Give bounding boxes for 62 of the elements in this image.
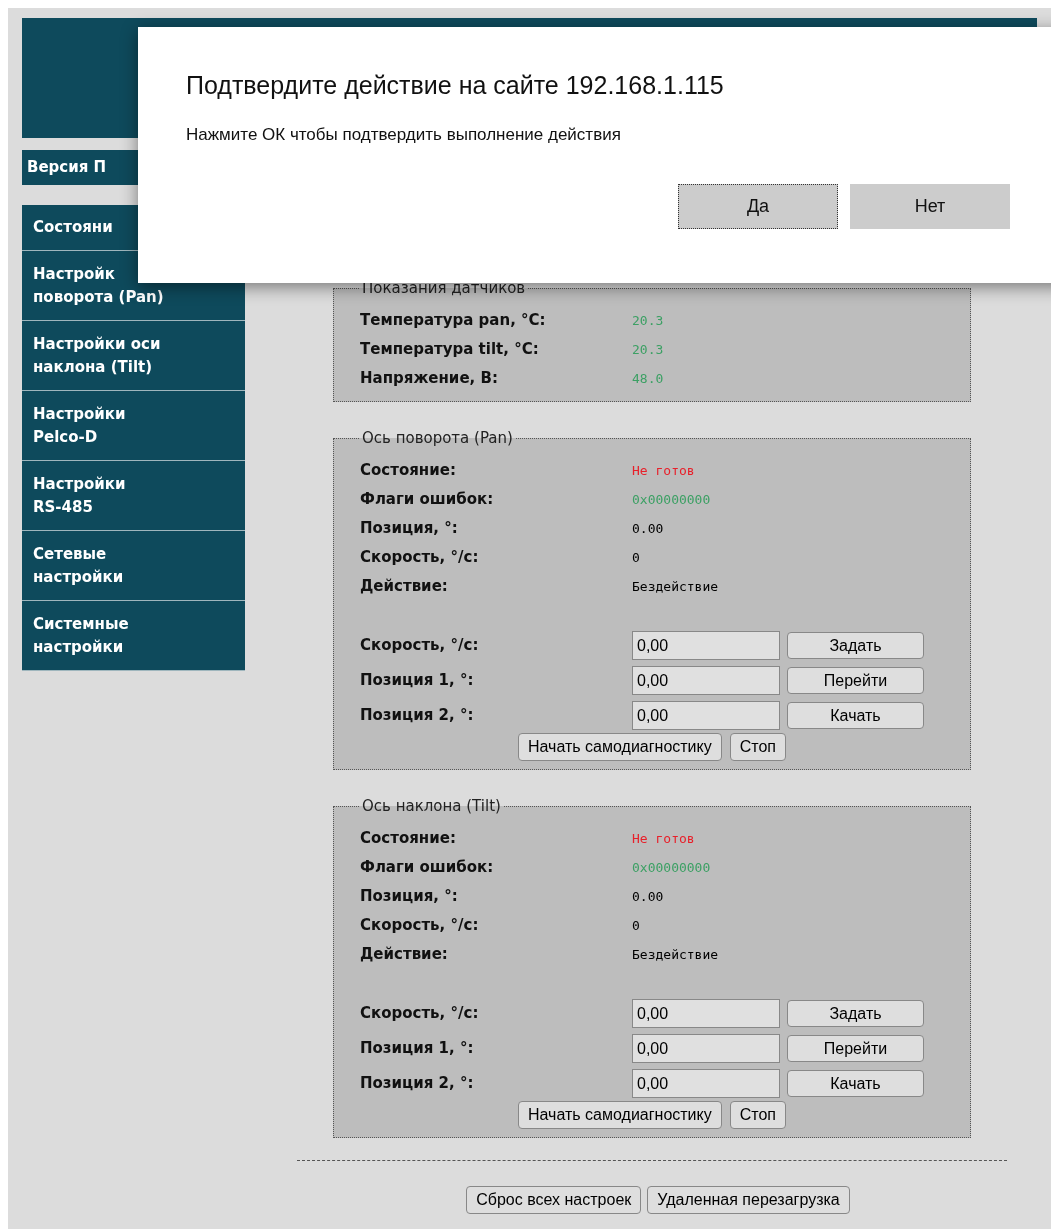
number-input[interactable]: 0,00: [632, 1034, 780, 1063]
field-value: Не готов: [632, 829, 695, 848]
field-label: Позиция, °:: [360, 886, 459, 908]
field-label: Позиция 1, °:: [360, 670, 475, 692]
field-value: 0: [632, 548, 640, 567]
number-input[interactable]: 0,00: [632, 631, 780, 660]
dialog-button[interactable]: Да: [678, 183, 838, 229]
action-button[interactable]: Качать: [787, 702, 924, 729]
action-button[interactable]: Задать: [787, 632, 924, 659]
field-label: Позиция 2, °:: [360, 1073, 475, 1095]
field-label: Температура tilt, °C:: [360, 339, 540, 361]
field-value: 0x00000000: [632, 858, 711, 877]
field-label: Флаги ошибок:: [360, 857, 495, 879]
field-value: Бездействие: [632, 945, 719, 964]
fieldset-legend: Ось наклона (Tilt): [360, 796, 503, 816]
action-button[interactable]: Перейти: [787, 1035, 924, 1062]
field-value: 20.3: [632, 340, 664, 359]
dialog-title: Подтвердите действие на сайте 192.168.1.115: [186, 70, 725, 101]
action-button[interactable]: Стоп: [729, 733, 786, 761]
number-input[interactable]: 0,00: [632, 999, 780, 1028]
fieldset-legend: Показания датчиков: [360, 278, 528, 298]
action-button[interactable]: Начать самодиагностику: [518, 733, 722, 761]
action-button[interactable]: Перейти: [787, 667, 924, 694]
field-value: 0x00000000: [632, 490, 711, 509]
field-label: Состояние:: [360, 828, 457, 850]
field-label: Состояние:: [360, 460, 457, 482]
field-value: 0.00: [632, 519, 664, 538]
action-button[interactable]: Удаленная перезагрузка: [647, 1186, 850, 1214]
action-button[interactable]: Сброс всех настроек: [466, 1186, 642, 1214]
sidebar-item[interactable]: Настройки оси наклона (Tilt): [22, 321, 245, 391]
field-label: Скорость, °/с:: [360, 547, 480, 569]
field-label: Температура pan, °C:: [360, 310, 547, 332]
field-value: Бездействие: [632, 577, 719, 596]
sidebar-item[interactable]: Сетевые настройки: [22, 531, 245, 601]
field-label: Флаги ошибок:: [360, 489, 495, 511]
action-button[interactable]: Стоп: [729, 1101, 786, 1129]
field-value: 0: [632, 916, 640, 935]
field-label: Позиция, °:: [360, 518, 459, 540]
field-label: Скорость, °/с:: [360, 1003, 480, 1025]
dialog-message: Нажмите ОК чтобы подтвердить выполнение действия: [186, 124, 622, 146]
sidebar-item[interactable]: Настройки Pelco-D: [22, 391, 245, 461]
field-label: Действие:: [360, 944, 449, 966]
field-value: 20.3: [632, 311, 664, 330]
dialog-button[interactable]: Нет: [850, 183, 1010, 229]
field-label: Скорость, °/с:: [360, 635, 480, 657]
fieldset-legend: Ось поворота (Pan): [360, 428, 515, 448]
action-button[interactable]: Задать: [787, 1000, 924, 1027]
field-value: 0.00: [632, 887, 664, 906]
number-input[interactable]: 0,00: [632, 701, 780, 730]
sidebar-item[interactable]: Системные настройки: [22, 601, 245, 671]
field-label: Позиция 1, °:: [360, 1038, 475, 1060]
action-button[interactable]: Качать: [787, 1070, 924, 1097]
number-input[interactable]: 0,00: [632, 1069, 780, 1098]
field-label: Действие:: [360, 576, 449, 598]
sidebar-item[interactable]: Настройки RS-485: [22, 461, 245, 531]
field-label: Напряжение, В:: [360, 368, 499, 390]
field-value: 48.0: [632, 369, 664, 388]
number-input[interactable]: 0,00: [632, 666, 780, 695]
field-value: Не готов: [632, 461, 695, 480]
action-button[interactable]: Начать самодиагностику: [518, 1101, 722, 1129]
field-label: Скорость, °/с:: [360, 915, 480, 937]
field-label: Позиция 2, °:: [360, 705, 475, 727]
